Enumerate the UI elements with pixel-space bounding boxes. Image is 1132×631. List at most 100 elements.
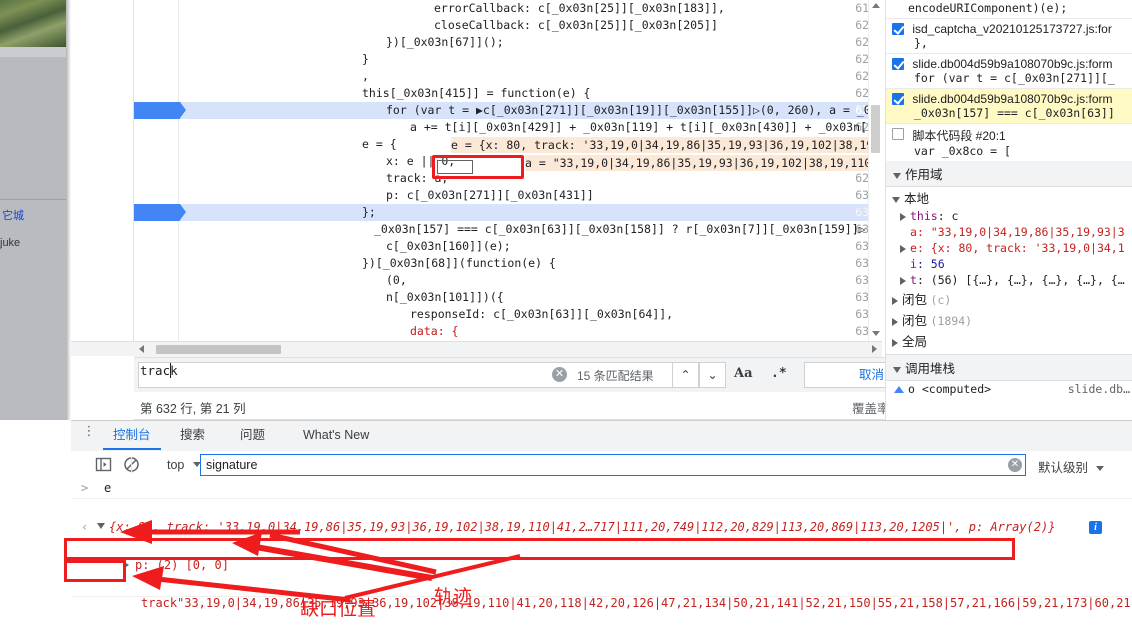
breakpoint-code: var _0x8co = [ [914,144,1011,158]
expand-triangle-icon[interactable] [97,523,105,529]
breakpoint-item[interactable]: slide.db004d59b9a108070b9c.js:form for (… [886,54,1132,89]
code-line: }; [362,205,376,219]
breakpoint-title: slide.db004d59b9a108070b9c.js:form [912,57,1113,71]
background-text: juke [0,237,21,249]
editor-horizontal-scrollbar[interactable] [134,341,882,357]
variable-name: i [910,257,917,271]
callstack-section-header[interactable]: 调用堆栈 [886,354,1132,381]
info-icon[interactable]: i [1089,521,1102,534]
scroll-left-arrow-icon[interactable] [139,345,144,353]
scrollbar-thumb[interactable] [871,105,880,153]
code-line: , [362,69,369,83]
divider [71,596,1132,597]
scroll-up-arrow-icon[interactable] [872,3,880,8]
breakpoint-code: }, [914,36,928,50]
sources-navigator-strip[interactable] [71,0,134,341]
breakpoint-title: 脚本代码段 #20:1 [912,129,1006,143]
code-line: (0, [386,273,407,287]
background-body [0,258,66,420]
scope-header-label: 作用域 [905,168,943,182]
return-value-icon: ‹ [81,520,89,534]
scope-variable-i[interactable]: i: 56 [886,256,1132,272]
breakpoint-code: _0x03n[157] === c[_0x03n[63]] [914,106,1115,120]
match-count-label: 15 条匹配结果 [577,369,654,383]
tab-whats-new[interactable]: What's New [293,421,379,450]
scrollbar-thumb[interactable] [156,345,281,354]
variable-value: : "33,19,0|34,19,86|35,19,93|3 [916,225,1125,239]
console-sidebar-icon[interactable] [95,456,112,476]
clear-input-icon[interactable]: ✕ [1008,458,1022,472]
inline-value-popover: e = {x: 80, track: '33,19,0|34,19,86|35,… [451,137,881,153]
variable-name: a [910,225,917,239]
chevron-right-icon [892,296,898,305]
line-number-gutter [134,0,179,341]
annotation-box-track-value [64,538,1015,560]
scope-global[interactable]: 全局 [886,330,1132,351]
variable-value: : {x: 80, track: '33,19,0|34,1 [916,241,1125,255]
callstack-header-label: 调用堆栈 [905,362,956,376]
scope-closure-c[interactable]: 闭包 (c) [886,288,1132,309]
background-divider [0,199,66,200]
breakpoint-item[interactable]: encodeURIComponent)(e); [886,0,1132,19]
chevron-down-icon [892,196,900,203]
callstack-frame[interactable]: o <computed> slide.db… [886,381,1132,397]
background-link[interactable]: 它城 [2,207,66,223]
breakpoint-item[interactable]: 脚本代码段 #20:1 var _0x8co = [ [886,124,1132,161]
scope-closure-1894[interactable]: 闭包 (1894) [886,309,1132,330]
console-result-row: ‹ {x: 80, track: '33,19,0|34,19,86|35,19… [71,518,1132,537]
code-line: } [362,52,369,66]
regex-toggle[interactable]: .* [771,366,787,381]
breakpoint-title: isd_captcha_v20210125173727.js:for [912,22,1112,36]
editor-vertical-scrollbar[interactable] [868,0,882,341]
breakpoint-checkbox[interactable] [892,93,904,105]
more-options-icon[interactable]: ⋮ [82,424,96,437]
tab-search[interactable]: 搜索 [170,421,215,450]
breakpoint-checkbox[interactable] [892,128,904,140]
chevron-right-icon [900,276,906,285]
closure-label: 闭包 [902,293,928,307]
variable-value: : 56 [916,257,945,271]
clear-search-icon[interactable]: ✕ [552,367,567,382]
variable-name: t [910,273,917,287]
scope-variable-t[interactable]: t: (56) [{…}, {…}, {…}, {…}, {… [886,272,1132,288]
scope-section-header[interactable]: 作用域 [886,161,1132,187]
variable-value: : (56) [{…}, {…}, {…}, {…}, {… [916,273,1125,287]
breakpoint-item[interactable]: isd_captcha_v20210125173727.js:for }, [886,19,1132,54]
find-previous-button[interactable]: ⌃ [672,362,699,388]
drawer-tab-bar: ⋮ 控制台 搜索 问题 What's New [71,421,1132,452]
breakpoint-checkbox[interactable] [892,23,904,35]
navigator-blank [71,356,135,420]
tab-issues[interactable]: 问题 [230,421,275,450]
console-filter-input[interactable] [200,454,1026,476]
breakpoint-item-selected[interactable]: slide.db004d59b9a108070b9c.js:form _0x03… [886,89,1132,124]
debugger-sidebar[interactable]: encodeURIComponent)(e); isd_captcha_v202… [885,0,1132,420]
log-level-label: 默认级别 [1038,461,1089,475]
background-webpage[interactable]: 它城 juke [0,0,66,420]
tab-console[interactable]: 控制台 [103,421,161,450]
code-line: n[_0x03n[101]])({ [386,290,504,304]
breakpoint-checkbox[interactable] [892,58,904,70]
find-next-button[interactable]: ⌄ [699,362,726,388]
code-line: this[_0x03n[415]] = function(e) { [362,86,591,100]
scope-variable-a[interactable]: a: "33,19,0|34,19,86|35,19,93|3 [886,224,1132,240]
scope-local-label: 本地 [904,192,930,206]
background-band [0,47,66,57]
scope-variable-this[interactable]: this: c [886,208,1132,224]
breakpoint-code: encodeURIComponent)(e); [908,1,1068,15]
scope-local-header[interactable]: 本地 [886,187,1132,208]
background-band [0,57,66,199]
devtools-window: 619 620 621 622 623 624 625 626 627 628 … [71,0,1132,631]
navigator-horizontal-scrollbar[interactable] [71,341,134,357]
scroll-down-arrow-icon[interactable] [872,331,880,336]
scope-variable-e[interactable]: e: {x: 80, track: '33,19,0|34,1 [886,240,1132,256]
console-result-summary[interactable]: {x: 80, track: '33,19,0|34,19,86|35,19,9… [109,518,1055,537]
search-match-outline [437,160,473,174]
match-case-toggle[interactable]: Aa [734,366,753,381]
execution-marker [134,204,186,221]
execution-context-selector[interactable]: top [167,458,184,472]
log-level-selector[interactable]: 默认级别 [1038,457,1104,476]
code-line: _0x03n[157] === c[_0x03n[63]][_0x03n[158… [374,222,873,236]
chevron-down-icon [893,366,901,373]
code-line: e = { [362,137,397,151]
scroll-right-arrow-icon[interactable] [872,345,877,353]
